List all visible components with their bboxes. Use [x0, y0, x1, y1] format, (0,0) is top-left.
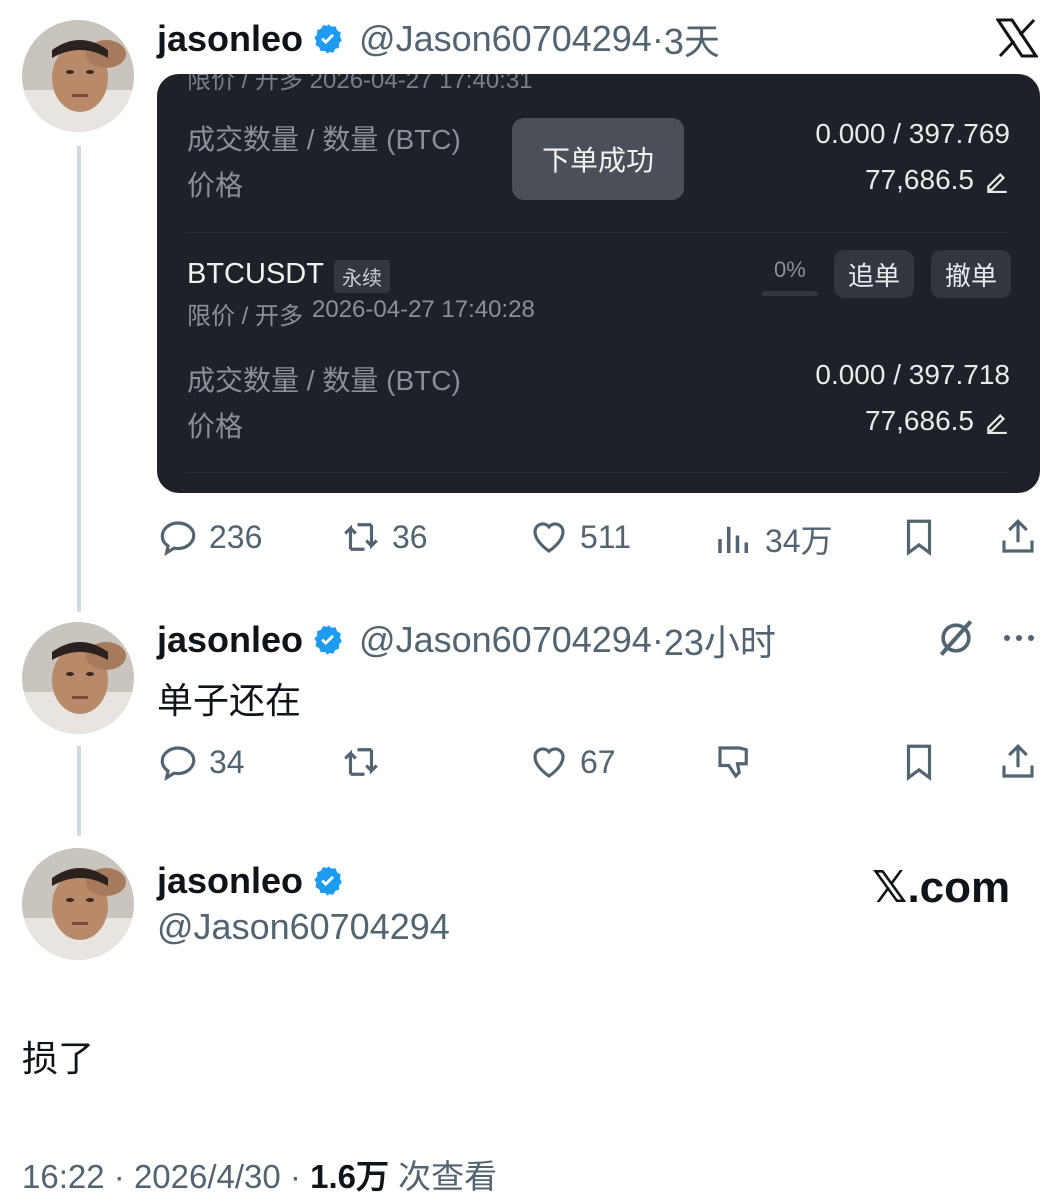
post-date[interactable]: 2026/4/30	[134, 1158, 281, 1195]
contract-tag: 永续	[334, 260, 390, 293]
tweet-header: jasonleo	[157, 858, 345, 904]
cancel-order-button[interactable]: 撤单	[931, 250, 1011, 298]
bookmark-icon	[906, 519, 932, 556]
tweet-time[interactable]: 3天	[664, 13, 720, 65]
views-label: 次查看	[398, 1158, 498, 1195]
price-row: 77,686.5	[865, 164, 1010, 196]
reply-icon	[160, 521, 196, 556]
divider	[187, 232, 1010, 233]
bookmark-button[interactable]	[898, 741, 940, 783]
separator-dot: ·	[651, 619, 664, 660]
qty-value: 0.000 / 397.718	[815, 359, 1010, 390]
toast-notification: 下单成功	[512, 118, 684, 200]
divider	[187, 472, 1010, 473]
tweet-header: jasonleo @Jason60704294 · 23小时	[157, 617, 776, 663]
avatar[interactable]	[22, 20, 134, 132]
qty-value: 0.000 / 397.769	[815, 118, 1010, 149]
fill-progress-bar	[762, 291, 818, 296]
reply-button[interactable]: 236	[157, 516, 262, 558]
like-button[interactable]: 67	[528, 741, 616, 783]
thread-line	[77, 746, 81, 836]
views-button[interactable]: 34万	[713, 516, 833, 562]
tweet-meta: 16:22 · 2026/4/30 · 1.6万 次查看	[22, 1150, 497, 1198]
price-label: 价格	[187, 170, 244, 201]
retweet-icon	[344, 523, 378, 551]
price-value: 77,686.5	[865, 164, 974, 195]
tweet-text: 损了	[22, 1038, 95, 1079]
order-side: 限价 / 开多	[187, 303, 304, 330]
x-com-logo: 𝕏.com	[872, 863, 1011, 912]
handle[interactable]: @Jason60704294	[359, 619, 652, 661]
reply-icon	[160, 746, 196, 781]
price-row: 77,686.5	[865, 405, 1010, 437]
retweet-button[interactable]: 36	[340, 516, 428, 558]
share-icon	[1002, 519, 1034, 553]
bookmark-icon	[906, 744, 932, 781]
display-name[interactable]: jasonleo	[157, 619, 303, 661]
trade-screenshot-card[interactable]: 限价 / 开多 2026-04-27 17:40:31 成交数量 / 数量 (B…	[157, 74, 1040, 493]
price-value: 77,686.5	[865, 405, 974, 436]
fill-progress-label: 0%	[774, 257, 806, 282]
symbol: BTCUSDT	[187, 258, 324, 290]
tweet-header: jasonleo @Jason60704294 · 3天	[157, 16, 720, 62]
views-chart-icon	[718, 526, 748, 553]
edit-icon[interactable]	[984, 408, 1010, 434]
views-count: 1.6万	[310, 1158, 389, 1195]
tweet-text: 单子还在	[157, 680, 302, 721]
separator-dot: ·	[113, 1158, 125, 1195]
verified-badge-icon	[314, 24, 342, 54]
tweet-time[interactable]: 23小时	[664, 614, 776, 666]
edit-icon[interactable]	[984, 167, 1010, 193]
share-button[interactable]	[997, 741, 1039, 783]
chase-order-button[interactable]: 追单	[834, 250, 914, 298]
verified-badge-icon	[314, 625, 342, 655]
display-name[interactable]: jasonleo	[157, 18, 303, 60]
grok-icon[interactable]	[934, 616, 978, 660]
avatar[interactable]	[22, 848, 134, 960]
price-label: 价格	[187, 411, 244, 442]
reply-button[interactable]: 34	[157, 741, 245, 783]
order-datetime: 2026-04-27 17:40:28	[312, 296, 535, 323]
verified-badge-icon	[314, 866, 342, 896]
heart-icon	[533, 522, 565, 553]
separator-dot: ·	[651, 18, 664, 59]
handle[interactable]: @Jason60704294	[157, 906, 450, 948]
thread-line	[77, 146, 81, 612]
share-button[interactable]	[997, 516, 1039, 558]
qty-label: 成交数量 / 数量 (BTC)	[187, 124, 461, 155]
more-options-icon[interactable]	[1000, 626, 1040, 650]
retweet-icon	[344, 748, 378, 776]
post-time[interactable]: 16:22	[22, 1158, 105, 1195]
heart-icon	[533, 747, 565, 778]
downvote-button[interactable]	[713, 741, 755, 783]
avatar[interactable]	[22, 622, 134, 734]
retweet-button[interactable]	[340, 741, 392, 783]
handle[interactable]: @Jason60704294	[359, 18, 652, 60]
separator-dot: ·	[289, 1158, 301, 1195]
bookmark-button[interactable]	[898, 516, 940, 558]
display-name[interactable]: jasonleo	[157, 860, 303, 902]
qty-label: 成交数量 / 数量 (BTC)	[187, 365, 461, 396]
like-button[interactable]: 511	[528, 516, 631, 558]
x-logo-icon[interactable]	[995, 18, 1039, 58]
thumbs-down-icon	[718, 746, 748, 779]
order-header-partial: 限价 / 开多 2026-04-27 17:40:31	[187, 74, 533, 94]
share-icon	[1002, 744, 1034, 778]
